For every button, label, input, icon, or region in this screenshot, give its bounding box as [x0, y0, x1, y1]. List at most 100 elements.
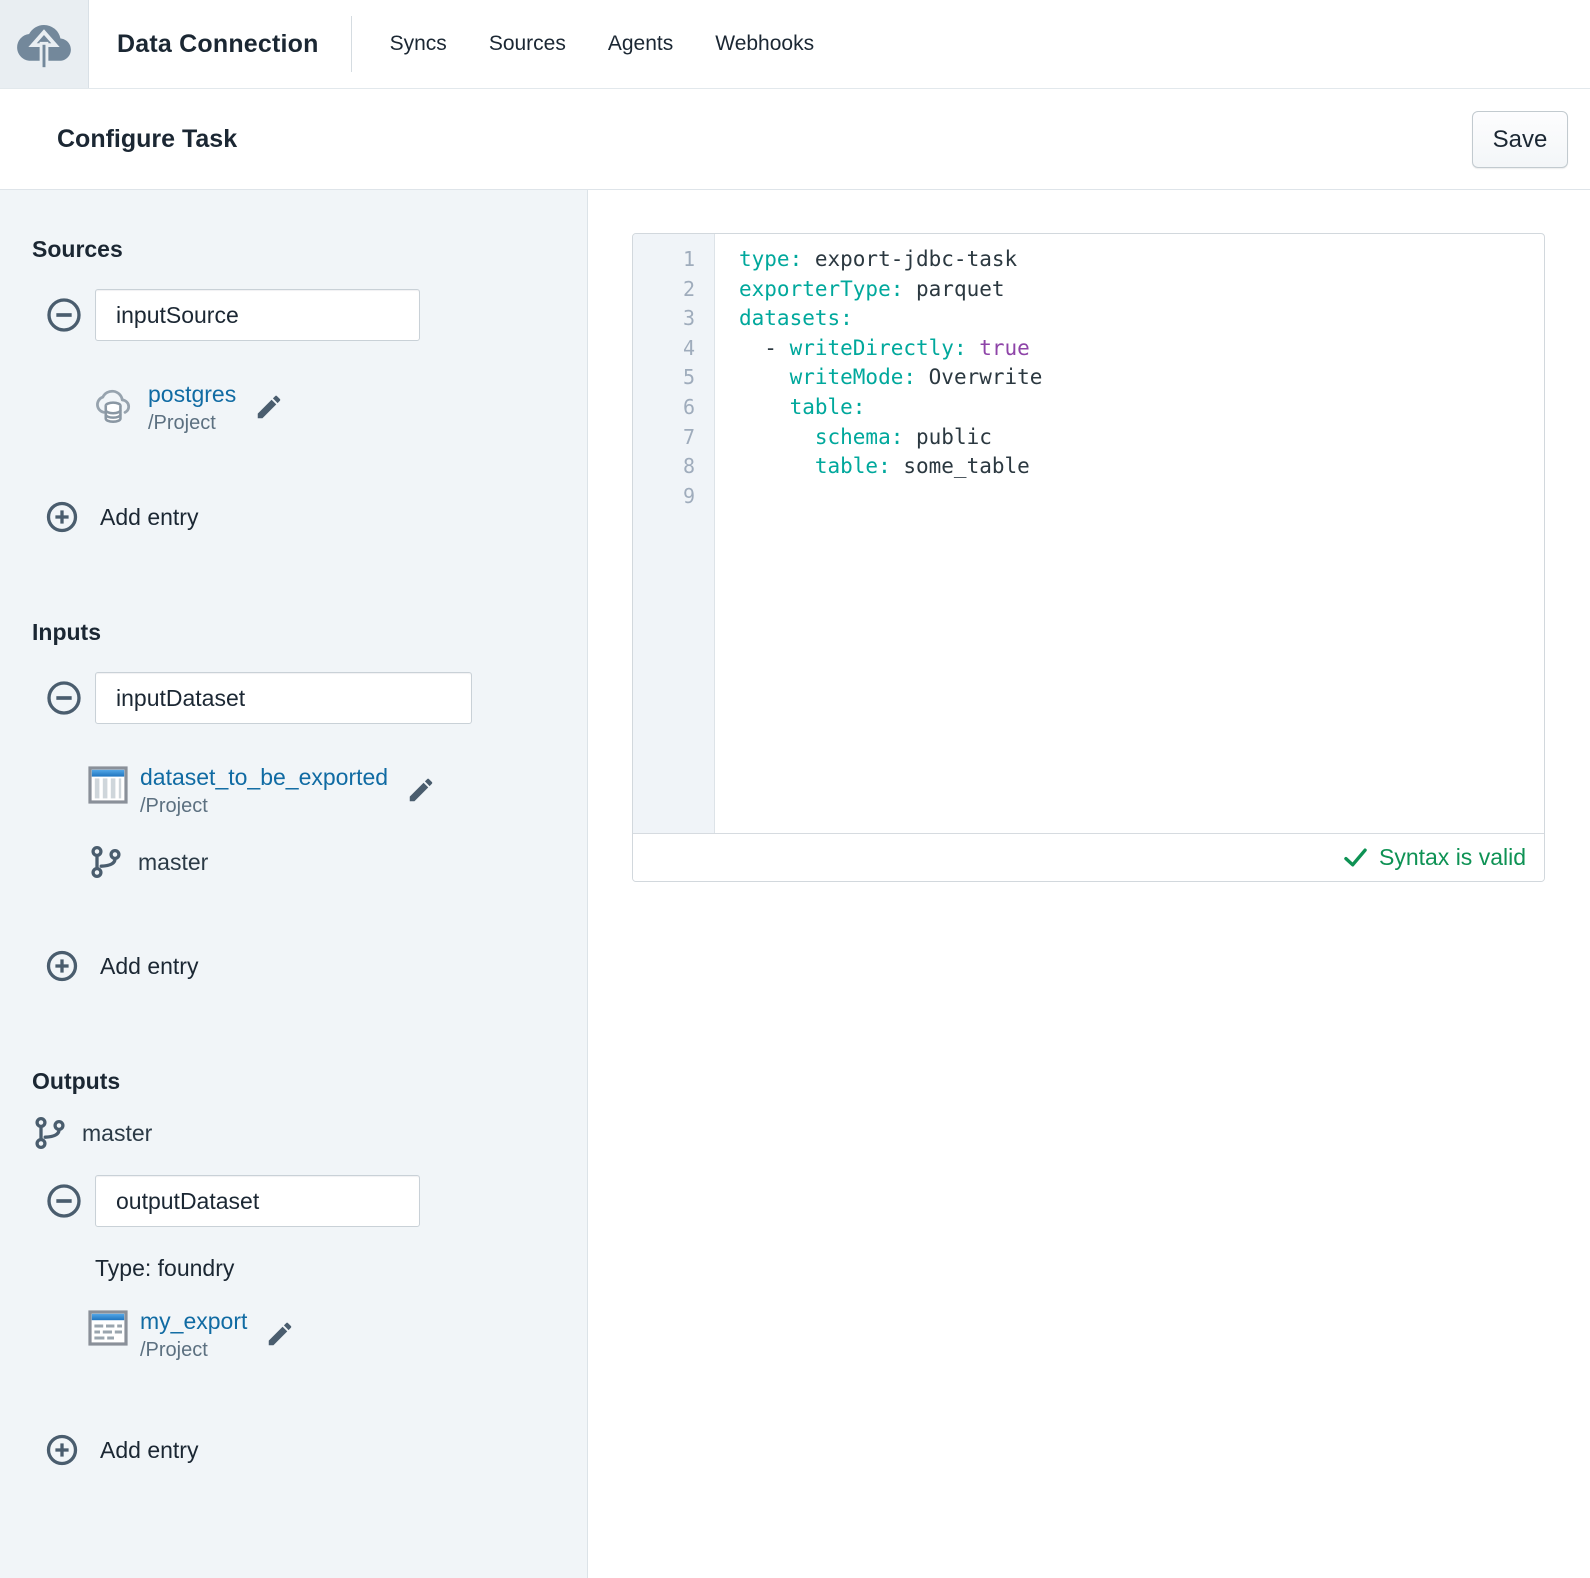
app-title: Data Connection [117, 29, 319, 58]
edit-source-button[interactable] [254, 392, 284, 425]
source-resource-text: postgres /Project [148, 381, 236, 435]
code-line: 3 datasets: [633, 304, 1544, 334]
code-line-content: table: some_table [814, 454, 1030, 479]
output-resource-text: my_export /Project [140, 1308, 247, 1362]
input-resource: dataset_to_be_exported /Project [88, 764, 587, 818]
input-resource-link[interactable]: dataset_to_be_exported [140, 764, 388, 791]
minus-circle-icon [47, 1184, 81, 1218]
plus-circle-icon [46, 950, 78, 982]
add-input-label: Add entry [100, 952, 199, 979]
yaml-editor: 1 type: export-jdbc-task 2 exporterType: pa… [632, 233, 1545, 882]
cloud-upload-icon [17, 24, 71, 71]
main-panel: 1 type: export-jdbc-task 2 exporterType: pa… [588, 190, 1590, 1578]
outputs-heading: Outputs [32, 1068, 121, 1094]
add-input-button[interactable]: Add entry [44, 948, 198, 984]
line-number: 1 [682, 247, 695, 271]
line-number: 9 [682, 483, 695, 508]
pencil-icon [409, 778, 433, 801]
output-resource-link[interactable]: my_export [140, 1308, 247, 1335]
pencil-icon [257, 395, 281, 418]
source-resource-path: /Project [148, 412, 216, 434]
syntax-status-text: Syntax is valid [1378, 844, 1526, 870]
line-number: 4 [682, 335, 695, 360]
code-line: 2 exporterType: parquet [633, 275, 1544, 305]
remove-input-button[interactable] [44, 678, 84, 718]
code-line: 4 - writeDirectly: true [633, 334, 1544, 364]
remove-source-button[interactable] [44, 295, 84, 335]
code-lines: 1 type: export-jdbc-task 2 exporterType: pa… [633, 234, 1544, 511]
page-title: Configure Task [57, 124, 238, 153]
page-toolbar: Configure Task Save [0, 89, 1590, 190]
input-entry-row [32, 672, 587, 724]
nav-item-agents[interactable]: Agents [608, 32, 673, 56]
git-branch-icon [35, 1116, 65, 1150]
edit-output-button[interactable] [265, 1319, 295, 1352]
git-branch-icon [91, 845, 121, 879]
sources-heading: Sources [32, 236, 123, 262]
dataset-table-icon [88, 766, 128, 804]
output-name-input[interactable] [95, 1175, 420, 1227]
input-branch-row: master [88, 844, 587, 880]
app-header: Data Connection Syncs Sources Agents Web… [0, 0, 1590, 89]
task-config-sidebar: Sources postgres /Project [0, 190, 588, 1578]
code-line-content: - writeDirectly: true [739, 335, 1030, 360]
code-line-content: datasets: [739, 306, 853, 331]
code-line-content: type: export-jdbc-task [739, 247, 1018, 271]
output-branch-row: master [32, 1115, 587, 1151]
minus-circle-icon [47, 298, 81, 332]
source-cloud-database-icon [96, 389, 131, 423]
input-branch-label: master [138, 848, 209, 875]
minus-circle-icon [47, 681, 81, 715]
input-resource-text: dataset_to_be_exported /Project [140, 764, 388, 818]
line-number: 6 [682, 394, 695, 419]
checkmark-icon [1344, 848, 1367, 867]
pencil-icon [269, 1322, 292, 1345]
code-line-content: exporterType: parquet [739, 276, 1005, 301]
add-source-label: Add entry [100, 503, 199, 530]
add-source-button[interactable]: Add entry [44, 499, 198, 535]
nav-item-syncs[interactable]: Syncs [390, 32, 447, 56]
remove-output-button[interactable] [44, 1181, 84, 1221]
code-line-content: writeMode: Overwrite [789, 365, 1043, 390]
plus-circle-icon [46, 501, 78, 533]
source-resource: postgres /Project [88, 381, 587, 435]
export-dataset-icon [88, 1310, 128, 1346]
output-entry-row [32, 1175, 587, 1227]
top-nav: Syncs Sources Agents Webhooks [390, 32, 814, 56]
source-name-input[interactable] [95, 289, 420, 341]
code-line: 9 [633, 482, 1544, 512]
output-branch-label: master [82, 1119, 153, 1146]
add-output-button[interactable]: Add entry [44, 1432, 198, 1468]
line-number: 2 [682, 276, 695, 301]
nav-item-webhooks[interactable]: Webhooks [715, 32, 814, 56]
line-number: 5 [682, 365, 695, 390]
source-entry-row [32, 289, 587, 341]
plus-circle-icon [46, 1434, 78, 1466]
line-number: 7 [682, 424, 695, 449]
line-number: 8 [682, 454, 695, 479]
code-line: 1 type: export-jdbc-task [633, 245, 1544, 275]
edit-input-button[interactable] [406, 775, 436, 808]
code-line: 8 table: some_table [633, 452, 1544, 482]
header-divider [350, 16, 352, 72]
code-line: 5 writeMode: Overwrite [633, 363, 1544, 393]
code-line-content [715, 482, 739, 512]
output-resource: my_export /Project [88, 1308, 587, 1362]
app-logo[interactable] [0, 0, 89, 88]
add-output-label: Add entry [100, 1436, 199, 1463]
nav-item-sources[interactable]: Sources [489, 32, 566, 56]
save-button[interactable]: Save [1472, 111, 1568, 168]
code-line: 6 table: [633, 393, 1544, 423]
line-number: 3 [682, 306, 695, 331]
output-resource-path: /Project [140, 1339, 208, 1361]
code-line-content: table: [789, 394, 866, 419]
source-resource-link[interactable]: postgres [148, 381, 236, 408]
code-line: 7 schema: public [633, 423, 1544, 453]
code-line-content: schema: public [814, 424, 992, 449]
inputs-heading: Inputs [32, 619, 101, 645]
yaml-editor-body[interactable]: 1 type: export-jdbc-task 2 exporterType: pa… [633, 234, 1544, 833]
output-type-label: Type: foundry [95, 1255, 235, 1281]
input-name-input[interactable] [95, 672, 472, 724]
editor-status-bar: Syntax is valid [633, 833, 1544, 881]
input-resource-path: /Project [140, 795, 208, 817]
